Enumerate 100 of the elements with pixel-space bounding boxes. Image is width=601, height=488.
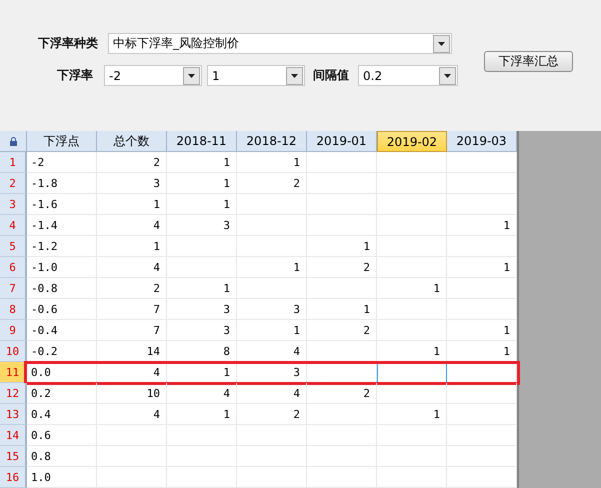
column-header[interactable]: 总个数 (97, 131, 167, 152)
table-cell: 4 (97, 404, 167, 425)
table-cell: 4 (167, 383, 237, 404)
table-cell: -0.8 (27, 278, 97, 299)
row-number[interactable]: 9 (0, 320, 27, 341)
table-cell: 7 (97, 299, 167, 320)
table-cell: 1 (167, 194, 237, 215)
row-number[interactable]: 2 (0, 173, 27, 194)
column-header[interactable]: 2018-12 (237, 131, 307, 152)
table-cell: 1 (377, 341, 447, 362)
table-cell (307, 152, 377, 173)
table-cell: 3 (167, 215, 237, 236)
table-cell: 1 (377, 404, 447, 425)
row-number[interactable]: 13 (0, 404, 27, 425)
table-cell: -1.6 (27, 194, 97, 215)
table-cell: 7 (97, 320, 167, 341)
row-number[interactable]: 4 (0, 215, 27, 236)
table-cell: 3 (237, 362, 307, 383)
table-cell: 4 (97, 257, 167, 278)
table-cell: -1.0 (27, 257, 97, 278)
table-cell: 1 (167, 362, 237, 383)
table-cell: 2 (307, 257, 377, 278)
caret-icon (286, 66, 303, 84)
caret-icon (439, 66, 456, 84)
table-cell: 3 (167, 299, 237, 320)
column-header[interactable]: 下浮点 (27, 131, 97, 152)
table-cell: 3 (97, 173, 167, 194)
column-header[interactable]: 2019-03 (447, 131, 517, 152)
row-number[interactable]: 3 (0, 194, 27, 215)
table-cell: 0.8 (27, 446, 97, 467)
table-cell: 3 (167, 320, 237, 341)
column-header[interactable]: 2019-01 (307, 131, 377, 152)
table-cell: 2 (307, 383, 377, 404)
row-number[interactable]: 10 (0, 341, 27, 362)
column-header[interactable]: 2019-02 (377, 131, 447, 152)
summary-button[interactable]: 下浮率汇总 (484, 51, 573, 72)
table-cell: 0.0 (27, 362, 97, 383)
table-cell: 0.4 (27, 404, 97, 425)
table-cell: 2 (307, 320, 377, 341)
table-cell: -1.8 (27, 173, 97, 194)
table-cell: 0.6 (27, 425, 97, 446)
row-number[interactable]: 12 (0, 383, 27, 404)
row-number[interactable]: 14 (0, 425, 27, 446)
table-cell: 1 (97, 236, 167, 257)
table-cell: -1.2 (27, 236, 97, 257)
table-cell: 1 (167, 404, 237, 425)
table-cell: 1 (447, 257, 517, 278)
table-cell (447, 278, 517, 299)
table-cell: 1 (237, 257, 307, 278)
table-cell (447, 425, 517, 446)
table-cell (447, 194, 517, 215)
table-cell: 1 (447, 320, 517, 341)
dropdown[interactable]: 1 (207, 65, 305, 86)
table-cell (377, 383, 447, 404)
row-number[interactable]: 7 (0, 278, 27, 299)
table-cell: 2 (97, 278, 167, 299)
table-cell: 3 (237, 299, 307, 320)
table-cell (447, 467, 517, 488)
table-cell: 2 (237, 173, 307, 194)
table-cell: 1 (97, 194, 167, 215)
row-number[interactable]: 8 (0, 299, 27, 320)
table-cell: -0.2 (27, 341, 97, 362)
table-cell (447, 404, 517, 425)
table-cell: 0.2 (27, 383, 97, 404)
table-cell: 1 (167, 173, 237, 194)
row-number[interactable]: 16 (0, 467, 27, 488)
table-cell: 14 (97, 341, 167, 362)
dropdown[interactable]: 中标下浮率_风险控制价 (108, 33, 452, 54)
column-header[interactable]: 2018-11 (167, 131, 237, 152)
table-cell: 4 (97, 215, 167, 236)
field-label: 下浮率种类 (38, 35, 98, 52)
table-cell (447, 152, 517, 173)
table-cell (447, 236, 517, 257)
table-cell: 1 (307, 299, 377, 320)
dropdown[interactable]: -2 (104, 65, 202, 86)
table-cell: 1 (447, 341, 517, 362)
table-cell: -0.6 (27, 299, 97, 320)
caret-icon (433, 34, 450, 52)
lock-icon (10, 136, 16, 146)
table-cell: -1.4 (27, 215, 97, 236)
table-cell: 10 (97, 383, 167, 404)
field-label: 间隔值 (313, 67, 349, 84)
row-number[interactable]: 5 (0, 236, 27, 257)
table-cell (447, 173, 517, 194)
table-cell: 1 (167, 152, 237, 173)
dropdown[interactable]: 0.2 (358, 65, 458, 86)
table-cell: 4 (237, 383, 307, 404)
table-cell: 1 (307, 236, 377, 257)
caret-icon (183, 66, 200, 84)
field-label: 下浮率 (57, 67, 93, 84)
table-cell (447, 299, 517, 320)
row-number[interactable]: 1 (0, 152, 27, 173)
row-number[interactable]: 15 (0, 446, 27, 467)
table-cell: 1 (237, 152, 307, 173)
table-cell: 1 (167, 278, 237, 299)
table-cell: -2 (27, 152, 97, 173)
row-number[interactable]: 6 (0, 257, 27, 278)
table-cell: 4 (97, 362, 167, 383)
table-cell: 2 (237, 404, 307, 425)
table-cell: 4 (237, 341, 307, 362)
